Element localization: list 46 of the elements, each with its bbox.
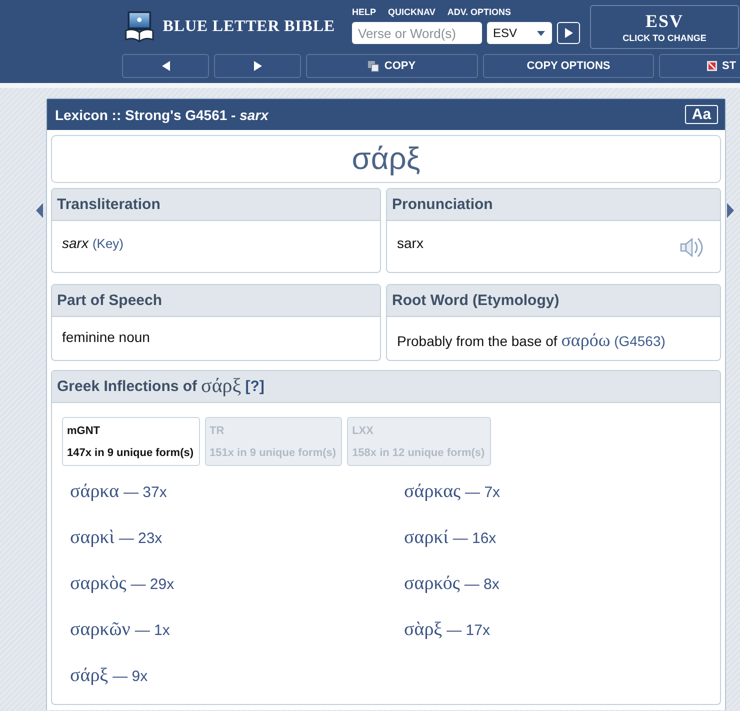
- inflection-link[interactable]: σάρξ — 9x: [70, 665, 148, 687]
- lemma-text: σάρξ: [201, 375, 242, 398]
- source-tab[interactable]: mGNT 147x in 9 unique form(s): [62, 417, 200, 466]
- search-field[interactable]: Verse or Word(s): [352, 22, 482, 44]
- pronunciation-text: sarx: [397, 235, 424, 251]
- no-sign-icon: [707, 61, 717, 71]
- book-screen-icon[interactable]: [125, 9, 154, 45]
- inflection-link[interactable]: σαρκί — 16x: [404, 527, 496, 549]
- inflection-link[interactable]: σάρκα — 37x: [70, 481, 167, 503]
- inflection-link[interactable]: σὰρξ — 17x: [404, 619, 490, 641]
- copy-options-button[interactable]: COPY OPTIONS: [483, 54, 654, 78]
- card-heading: Root Word (Etymology): [387, 285, 720, 317]
- left-triangle-icon: [162, 61, 170, 71]
- inflections-heading: Greek Inflections of: [57, 378, 198, 395]
- etymology-text: Probably from the base of σαρόω (G4563): [397, 330, 666, 351]
- nav-link[interactable]: QUICKNAV: [388, 6, 436, 16]
- left-arrow-icon[interactable]: [36, 203, 43, 218]
- key-link[interactable]: (Key): [92, 236, 124, 251]
- version-select[interactable]: ESV: [487, 22, 552, 44]
- copy-button[interactable]: COPY: [306, 54, 478, 78]
- version-button[interactable]: ESV CLICK TO CHANGE: [590, 5, 739, 49]
- right-arrow-icon[interactable]: [727, 203, 734, 218]
- lemma-heading: σάρξ: [51, 135, 721, 183]
- panel-title: Lexicon :: Strong's G4561 - sarx: [55, 106, 268, 122]
- right-triangle-icon: [254, 61, 262, 71]
- root-word-link[interactable]: σαρόω (G4563): [561, 333, 666, 349]
- inflection-link[interactable]: σαρκὶ — 23x: [70, 527, 162, 549]
- copy-icon: [368, 60, 380, 72]
- inflection-link[interactable]: σάρκας — 7x: [404, 481, 500, 503]
- logo-text[interactable]: BLUE LETTER BIBLE: [162, 18, 335, 36]
- transliteration-text: sarx: [62, 235, 88, 251]
- stop-button[interactable]: ST: [659, 54, 740, 78]
- font-size-button[interactable]: Aa: [685, 105, 718, 124]
- card-heading: Transliteration: [52, 189, 380, 221]
- inflection-link[interactable]: σαρκός — 8x: [404, 573, 500, 595]
- part-of-speech-text: feminine noun: [62, 329, 150, 345]
- play-icon: [564, 28, 572, 38]
- go-button[interactable]: [557, 22, 580, 44]
- inflection-link[interactable]: σαρκῶν — 1x: [70, 619, 170, 641]
- help-link[interactable]: [?]: [245, 378, 264, 395]
- nav-link[interactable]: ADV. OPTIONS: [447, 6, 512, 16]
- card-heading: Pronunciation: [387, 189, 720, 221]
- card-heading: Part of Speech: [52, 285, 380, 317]
- nav-link[interactable]: HELP: [352, 6, 376, 16]
- inflection-link[interactable]: σαρκὸς — 29x: [70, 573, 174, 595]
- caret-icon: [537, 30, 545, 36]
